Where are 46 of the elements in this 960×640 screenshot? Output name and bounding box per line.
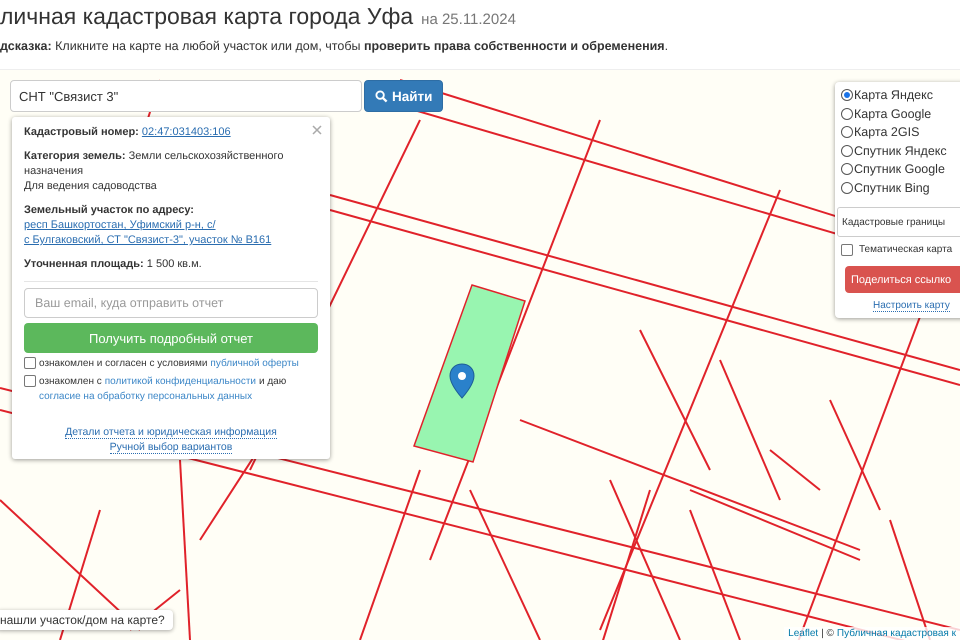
radio-icon[interactable] <box>841 126 853 138</box>
consent-text: ознакомлен с <box>39 375 102 389</box>
usage-text: Для ведения садоводства <box>24 180 157 192</box>
radio-icon[interactable] <box>841 89 853 102</box>
address-link[interactable]: респ Башкортостан, Уфимский р-н, с/ <box>24 219 216 231</box>
consent-link[interactable]: политикой конфиденциальности <box>104 374 256 389</box>
consent-text: и даю <box>258 375 286 389</box>
field-label: Земельный участок по адресу: <box>24 204 194 216</box>
field-label: Кадастровый номер: <box>24 126 139 138</box>
attribution-text: | © <box>821 628 834 639</box>
consent-link[interactable]: публичной оферты <box>210 356 299 371</box>
consent-text: ознакомлен и согласен с условиями <box>39 357 208 371</box>
cadastral-number-link[interactable]: 02:47:031403:106 <box>142 126 231 138</box>
email-field[interactable]: Ваш email, куда отправить отчет <box>24 288 318 318</box>
address-link[interactable]: с Булгаковский, СТ "Связист-3", участок № В161 <box>24 234 272 246</box>
map-pin-icon[interactable] <box>450 364 474 398</box>
overlay-select[interactable]: Кадастровые границы <box>837 207 960 237</box>
map-layer-option[interactable]: Спутник Google <box>841 160 960 178</box>
page-title: личная кадастровая карта города Уфа <box>0 3 414 30</box>
leaflet-link[interactable]: Leaflet <box>788 628 818 639</box>
map-layer-option[interactable]: Спутник Bing <box>841 178 960 197</box>
find-button[interactable]: Найти <box>364 80 444 112</box>
info-link[interactable]: Детали отчета и юридическая информация <box>65 426 277 439</box>
hint-text: дсказка: Кликните на карте на любой участок или дом, чтобы проверить права собственности и обременения. <box>0 39 670 55</box>
consent-checkbox[interactable] <box>24 357 36 369</box>
radio-icon[interactable] <box>841 108 853 120</box>
share-button[interactable]: Поделиться ссылко <box>845 266 960 293</box>
info-link[interactable]: Ручной выбор вариантов <box>110 441 232 454</box>
search-field[interactable]: СНТ "Связист 3" <box>10 80 362 112</box>
consent-checkbox[interactable] <box>24 375 36 387</box>
radio-icon[interactable] <box>841 144 853 157</box>
source-link[interactable]: Публичная кадастровая к <box>836 628 956 639</box>
area-text: Уточненная площадь: 1 500 кв.м. <box>24 258 202 270</box>
search-icon <box>375 90 388 102</box>
help-tip[interactable]: нашли участок/дом на карте? <box>0 610 173 630</box>
thematic-map-checkbox[interactable]: Тематическая карта <box>841 243 960 256</box>
date-text: на 25.11.2024 <box>421 11 516 28</box>
consent-link[interactable]: согласие на обработку персональных данных <box>39 389 252 404</box>
radio-icon[interactable] <box>841 182 853 194</box>
map-layer-option[interactable]: Карта 2GIS <box>841 123 960 142</box>
radio-icon[interactable] <box>841 163 853 176</box>
settings-link[interactable]: Настроить карту <box>873 300 950 312</box>
map-layer-option[interactable]: Спутник Яндекс <box>841 142 960 160</box>
category-text: Категория земель: Земли сельскохозяйственного назначения <box>24 150 284 177</box>
map-layer-option[interactable]: Карта Google <box>841 104 960 123</box>
map-layer-option[interactable]: Карта Яндекс <box>841 86 960 104</box>
